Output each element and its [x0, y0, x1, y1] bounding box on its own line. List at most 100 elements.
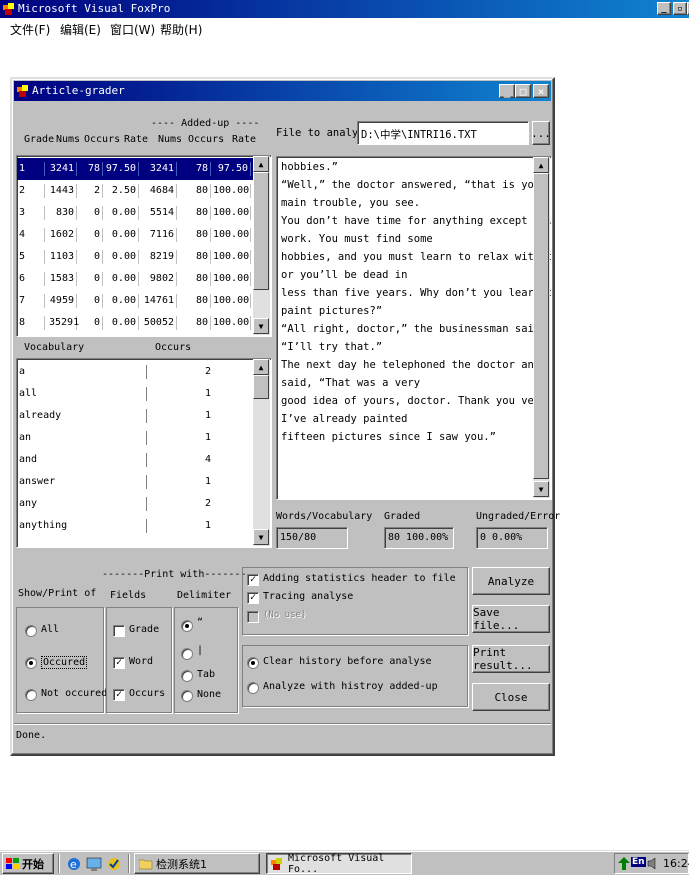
grade-row[interactable]: 7 4959 0 0.00 14761 80 100.00 [17, 290, 253, 312]
vocab-row[interactable]: any 2 [17, 493, 253, 515]
grade-cell: 100.00 [213, 294, 251, 308]
start-button[interactable]: 开始 [2, 853, 54, 874]
analyze-button[interactable]: Analyze [472, 567, 550, 595]
channel-icon[interactable] [106, 856, 122, 872]
graded-value-box: 80 100.00% [384, 527, 454, 549]
grade-cell: 3241 [49, 162, 77, 176]
scroll-down-icon[interactable]: ▼ [533, 481, 549, 497]
vocab-table[interactable]: a 2 all 1 already 1 an 1 and 4 answer 1 any 2 anything… [16, 358, 272, 548]
field-occurs-checkbox[interactable]: ✓ [113, 689, 125, 701]
scroll-up-icon[interactable]: ▲ [253, 156, 269, 172]
menu-edit[interactable]: 编辑(E) [60, 21, 101, 38]
menu-file[interactable]: 文件(F) [10, 21, 50, 38]
file-path-input[interactable]: D:\中学\INTRI16.TXT [357, 121, 529, 145]
app-minimize-button[interactable]: _ [657, 2, 671, 15]
app-restore-button[interactable]: ▫ [673, 2, 687, 15]
browse-button[interactable]: ... [531, 121, 551, 145]
task-visual-foxpro[interactable]: Microsoft Visual Fo... [266, 853, 412, 875]
menu-bar: 文件(F) 编辑(E) 窗口(W) 帮助(H) [0, 18, 689, 38]
vocab-scrollbar[interactable]: ▲ ▼ [253, 359, 270, 546]
show-occured-radio[interactable] [25, 657, 37, 669]
grade-scrollbar[interactable]: ▲ ▼ [253, 156, 270, 335]
grade-cell: 0 [79, 250, 103, 264]
scroll-thumb[interactable] [253, 375, 269, 399]
delim-quote-radio[interactable] [181, 620, 193, 632]
grade-row[interactable]: 6 1583 0 0.00 9802 80 100.00 [17, 268, 253, 290]
volume-icon[interactable] [647, 857, 659, 870]
vocab-row[interactable]: a2 [17, 361, 253, 383]
delim-tab-radio[interactable] [181, 670, 193, 682]
grade-cell: 8219 [139, 250, 177, 264]
scroll-up-icon[interactable]: ▲ [533, 157, 549, 173]
folder-icon [138, 858, 153, 870]
close-button[interactable]: Close [472, 683, 550, 711]
show-not-occured-radio[interactable] [25, 689, 37, 701]
delim-quote-label: “ [197, 617, 204, 628]
clear-history-radio[interactable] [247, 657, 259, 669]
no-use-checkbox [247, 611, 259, 623]
grade-row[interactable]: 2 1443 2 2.50 4684 80 100.00 [17, 180, 253, 202]
grade-table[interactable]: 1 3241 78 97.50 3241 78 97.50 2 1443 2 2.50 4684 80 1… [16, 155, 272, 337]
analyze-history-radio[interactable] [247, 682, 259, 694]
fields-label: Fields [110, 590, 147, 601]
scroll-thumb[interactable] [253, 172, 269, 290]
delim-pipe-radio[interactable] [181, 648, 193, 660]
tracing-label: Tracing analyse [263, 591, 354, 602]
article-text-area[interactable]: hobbies.” “Well,” the doctor answered, “… [276, 156, 552, 500]
grade-row[interactable]: 3 830 0 0.00 5514 80 100.00 [17, 202, 253, 224]
tracing-checkbox[interactable]: ✓ [247, 592, 259, 604]
vocab-row[interactable]: already 1 [17, 405, 253, 427]
vocab-row[interactable]: anything 1 [17, 515, 253, 537]
dialog-minimize-button[interactable]: _ [499, 84, 515, 98]
app-titlebar: Microsoft Visual FoxPro _ ▫ [0, 0, 689, 18]
scroll-up-icon[interactable]: ▲ [253, 359, 269, 375]
save-file-button[interactable]: Save file... [472, 605, 550, 633]
menu-help[interactable]: 帮助(H) [160, 21, 202, 38]
taskbar: 开始 e 检测系统1 Microsoft Visual Fo... En 16:… [0, 850, 689, 875]
grade-cell: 50052 [139, 316, 177, 330]
grade-cell: 100.00 [213, 184, 251, 198]
grade-row[interactable]: 8 35291 0 0.00 50052 80 100.00 [17, 312, 253, 334]
ie-icon[interactable]: e [66, 856, 82, 872]
added-up-header: ---- Added-up ---- [151, 118, 260, 129]
field-word-checkbox[interactable]: ✓ [113, 657, 125, 669]
dialog-close-button[interactable]: × [533, 84, 549, 98]
vocab-row[interactable]: an 1 [17, 427, 253, 449]
task-detect-system[interactable]: 检测系统1 [134, 853, 260, 874]
adding-header-checkbox[interactable]: ✓ [247, 574, 259, 586]
text-line: paint pictures?” [281, 305, 383, 317]
vocab-row[interactable]: all 1 [17, 383, 253, 405]
scroll-thumb[interactable] [533, 173, 549, 479]
text-scrollbar[interactable]: ▲ ▼ [533, 157, 550, 498]
grade-table-header: ---- Added-up ---- Grade Nums Occurs Rat… [16, 117, 268, 155]
grade-cell: 97.50 [105, 162, 139, 176]
text-line: “Well,” the doctor answered, “that is yo… [281, 179, 547, 191]
vocab-row[interactable]: and 4 [17, 449, 253, 471]
desktop-icon[interactable] [86, 856, 102, 872]
grade-cell: 0.00 [105, 206, 139, 220]
scroll-down-icon[interactable]: ▼ [253, 529, 269, 545]
grade-cell: 0 [79, 228, 103, 242]
vocab-occurs: 2 [205, 366, 212, 377]
tray-lang-indicator[interactable]: En [631, 857, 646, 867]
col-vocab-occurs: Occurs [155, 342, 192, 353]
tray-network-icon[interactable] [618, 857, 630, 870]
grade-row[interactable]: 1 3241 78 97.50 3241 78 97.50 [17, 158, 253, 180]
show-all-radio[interactable] [25, 625, 37, 637]
foxpro-icon [3, 3, 15, 15]
delim-none-radio[interactable] [181, 690, 193, 702]
grade-cell: 0 [79, 316, 103, 330]
ungraded-value: 0 0.00% [480, 532, 523, 543]
print-result-button[interactable]: Print result... [472, 645, 550, 673]
grade-row[interactable]: 5 1103 0 0.00 8219 80 100.00 [17, 246, 253, 268]
menu-window[interactable]: 窗口(W) [110, 21, 155, 38]
dialog-maximize-button[interactable]: □ [515, 84, 531, 98]
status-bar: Done. [14, 723, 551, 749]
vocab-row[interactable]: answer 1 [17, 471, 253, 493]
field-grade-checkbox[interactable] [113, 625, 125, 637]
text-line: The next day he telephoned the doctor an… [281, 359, 541, 371]
grade-cell: 100.00 [213, 316, 251, 330]
grade-row[interactable]: 4 1602 0 0.00 7116 80 100.00 [17, 224, 253, 246]
foxpro-task-icon [271, 857, 285, 870]
scroll-down-icon[interactable]: ▼ [253, 318, 269, 334]
